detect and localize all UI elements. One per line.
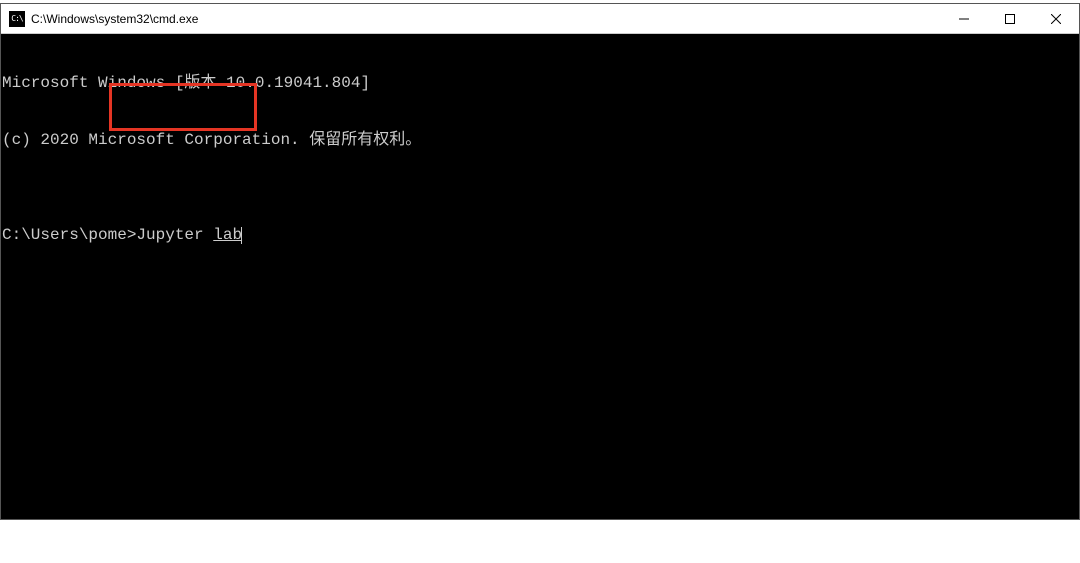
terminal-command-part2: lab [213, 226, 242, 244]
minimize-icon [959, 14, 969, 24]
window-controls [941, 4, 1079, 33]
terminal-body[interactable]: Microsoft Windows [版本 10.0.19041.804] (c… [1, 34, 1079, 519]
terminal-line-version: Microsoft Windows [版本 10.0.19041.804] [2, 74, 1079, 93]
terminal-command-part1: Jupyter [136, 226, 213, 244]
cmd-icon: C:\ [9, 11, 25, 27]
terminal-line-copyright: (c) 2020 Microsoft Corporation. 保留所有权利。 [2, 131, 1079, 150]
cmd-window: C:\ C:\Windows\system32\cmd.exe Microsof… [0, 3, 1080, 520]
titlebar[interactable]: C:\ C:\Windows\system32\cmd.exe [1, 4, 1079, 34]
terminal-cursor [241, 227, 242, 244]
terminal-prompt-line: C:\Users\pome>Jupyter lab [2, 226, 1079, 245]
terminal-prompt: C:\Users\pome> [2, 226, 136, 244]
maximize-button[interactable] [987, 4, 1033, 33]
close-icon [1051, 14, 1061, 24]
window-title: C:\Windows\system32\cmd.exe [31, 12, 198, 26]
maximize-icon [1005, 14, 1015, 24]
close-button[interactable] [1033, 4, 1079, 33]
minimize-button[interactable] [941, 4, 987, 33]
